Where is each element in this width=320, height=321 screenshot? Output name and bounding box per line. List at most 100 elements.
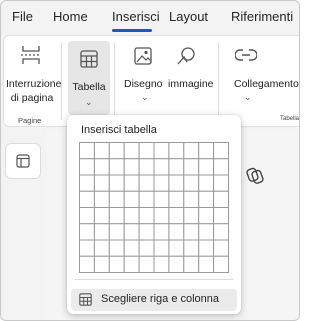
grid-cell[interactable]: [153, 142, 170, 160]
grid-cell[interactable]: [138, 223, 155, 241]
grid-cell[interactable]: [213, 142, 229, 160]
dropdown-divider: [75, 279, 233, 280]
grid-cell[interactable]: [79, 174, 95, 192]
grid-cell[interactable]: [79, 255, 95, 273]
grid-cell[interactable]: [108, 190, 125, 208]
grid-cell[interactable]: [168, 190, 185, 208]
grid-cell[interactable]: [213, 223, 229, 241]
table-icon: [79, 293, 92, 311]
grid-cell[interactable]: [123, 142, 140, 160]
grid-cell[interactable]: [79, 158, 95, 176]
tab-layout[interactable]: Layout: [169, 9, 208, 24]
grid-cell[interactable]: [198, 223, 215, 241]
grid-cell[interactable]: [168, 255, 185, 273]
grid-cell[interactable]: [198, 239, 215, 257]
side-panel-button[interactable]: [5, 143, 41, 179]
grid-cell[interactable]: [123, 190, 140, 208]
grid-cell[interactable]: [123, 255, 140, 273]
grid-cell[interactable]: [213, 158, 229, 176]
grid-cell[interactable]: [168, 223, 185, 241]
grid-cell[interactable]: [183, 142, 200, 160]
grid-cell[interactable]: [168, 174, 185, 192]
grid-cell[interactable]: [123, 207, 140, 225]
grid-cell[interactable]: [183, 158, 200, 176]
grid-cell[interactable]: [108, 239, 125, 257]
grid-cell[interactable]: [108, 207, 125, 225]
grid-cell[interactable]: [138, 174, 155, 192]
grid-cell[interactable]: [213, 190, 229, 208]
grid-cell[interactable]: [108, 174, 125, 192]
grid-cell[interactable]: [183, 223, 200, 241]
grid-cell[interactable]: [213, 255, 229, 273]
grid-cell[interactable]: [123, 239, 140, 257]
grid-cell[interactable]: [198, 174, 215, 192]
grid-cell[interactable]: [93, 158, 110, 176]
grid-cell[interactable]: [198, 207, 215, 225]
grid-cell[interactable]: [93, 174, 110, 192]
grid-cell[interactable]: [79, 207, 95, 225]
grid-cell[interactable]: [79, 142, 95, 160]
grid-cell[interactable]: [93, 255, 110, 273]
grid-cell[interactable]: [138, 239, 155, 257]
grid-cell[interactable]: [153, 174, 170, 192]
grid-cell[interactable]: [138, 207, 155, 225]
grid-cell[interactable]: [93, 223, 110, 241]
grid-cell[interactable]: [108, 142, 125, 160]
grid-cell[interactable]: [123, 223, 140, 241]
drawing-button[interactable]: Disegno ⌄: [122, 36, 164, 114]
grid-cell[interactable]: [153, 207, 170, 225]
grid-cell[interactable]: [213, 207, 229, 225]
grid-cell[interactable]: [183, 239, 200, 257]
grid-cell[interactable]: [153, 158, 170, 176]
grid-cell[interactable]: [93, 142, 110, 160]
copilot-icon[interactable]: [245, 166, 265, 191]
grid-cell[interactable]: [79, 239, 95, 257]
table-size-grid[interactable]: [79, 142, 229, 273]
grid-cell[interactable]: [153, 190, 170, 208]
grid-cell[interactable]: [108, 255, 125, 273]
grid-cell[interactable]: [153, 223, 170, 241]
table-label: Tabella: [72, 81, 106, 93]
choose-row-column-label: Scegliere riga e colonna: [101, 293, 220, 305]
grid-cell[interactable]: [138, 142, 155, 160]
grid-cell[interactable]: [93, 239, 110, 257]
grid-cell[interactable]: [168, 207, 185, 225]
grid-cell[interactable]: [123, 174, 140, 192]
page-break-button[interactable]: Interruzione di pagina: [4, 36, 61, 114]
tab-riferimenti[interactable]: Riferimenti: [231, 9, 293, 24]
group-label-pagine: Pagine: [18, 116, 42, 125]
grid-cell[interactable]: [108, 158, 125, 176]
grid-cell[interactable]: [168, 142, 185, 160]
grid-cell[interactable]: [213, 239, 229, 257]
tab-file[interactable]: File: [12, 9, 33, 24]
grid-cell[interactable]: [108, 223, 125, 241]
link-label: Collegamento: [234, 78, 299, 90]
grid-cell[interactable]: [213, 174, 229, 192]
grid-cell[interactable]: [79, 223, 95, 241]
grid-cell[interactable]: [198, 142, 215, 160]
choose-row-column-item[interactable]: Scegliere riga e colonna: [71, 289, 237, 311]
grid-cell[interactable]: [93, 190, 110, 208]
grid-cell[interactable]: [79, 190, 95, 208]
grid-cell[interactable]: [183, 174, 200, 192]
grid-cell[interactable]: [183, 207, 200, 225]
grid-cell[interactable]: [153, 239, 170, 257]
tab-home[interactable]: Home: [53, 9, 88, 24]
image-button[interactable]: immagine: [164, 36, 214, 114]
grid-cell[interactable]: [138, 255, 155, 273]
grid-cell[interactable]: [198, 255, 215, 273]
grid-cell[interactable]: [198, 190, 215, 208]
grid-cell[interactable]: [93, 207, 110, 225]
grid-cell[interactable]: [138, 190, 155, 208]
grid-cell[interactable]: [153, 255, 170, 273]
grid-cell[interactable]: [123, 158, 140, 176]
grid-cell[interactable]: [138, 158, 155, 176]
grid-cell[interactable]: [183, 255, 200, 273]
grid-cell[interactable]: [168, 158, 185, 176]
grid-cell[interactable]: [198, 158, 215, 176]
tab-inserisci[interactable]: Inserisci: [112, 9, 160, 24]
grid-cell[interactable]: [168, 239, 185, 257]
link-button[interactable]: Collegamento ⌄: [230, 36, 299, 114]
grid-cell[interactable]: [183, 190, 200, 208]
table-button[interactable]: Tabella ⌄: [68, 41, 110, 115]
